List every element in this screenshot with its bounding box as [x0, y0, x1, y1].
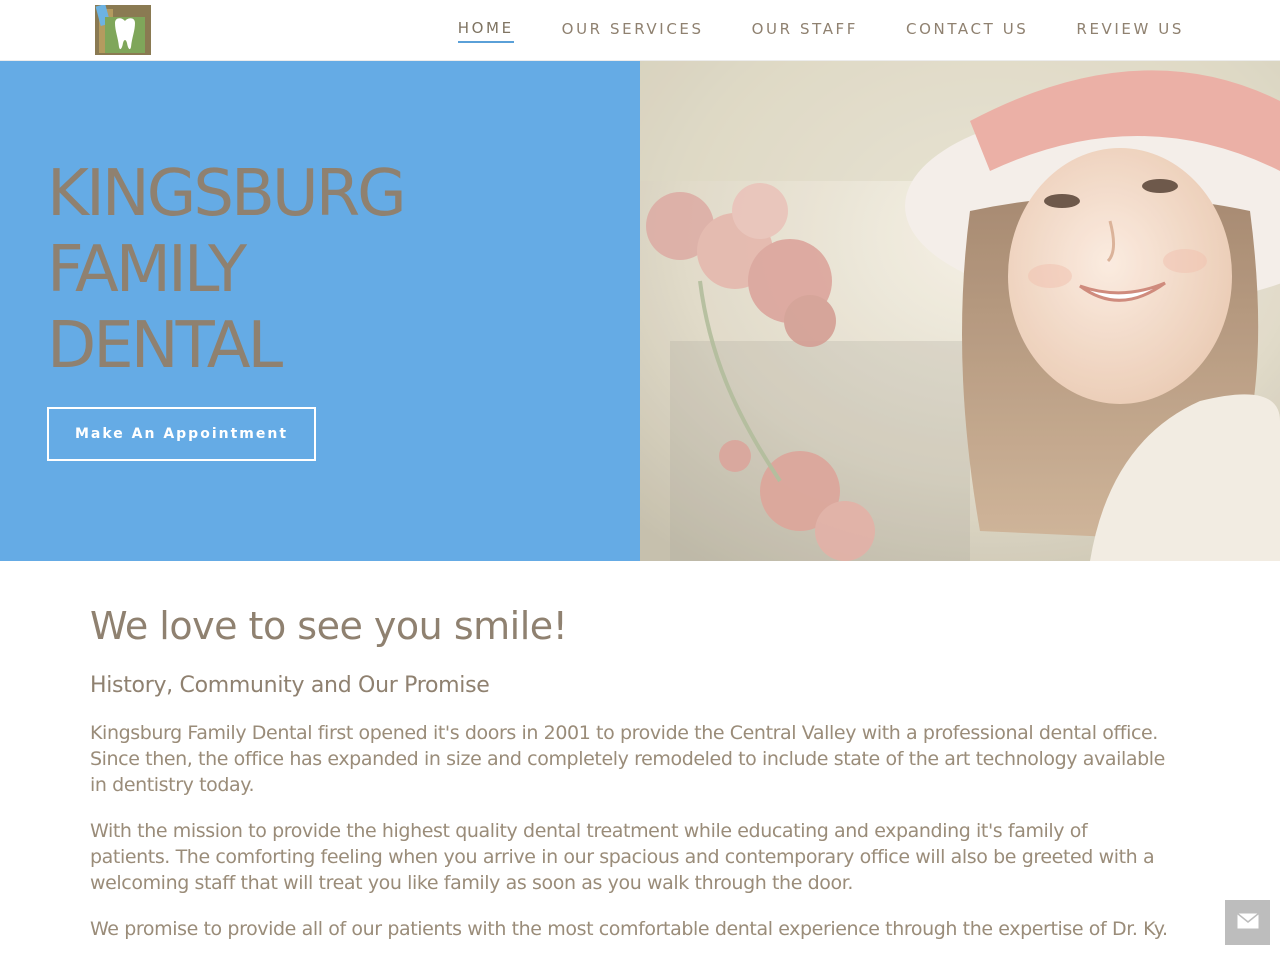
nav-review-us[interactable]: REVIEW US — [1076, 20, 1184, 42]
make-appointment-button[interactable]: Make An Appointment — [47, 407, 316, 461]
tooth-logo-icon[interactable] — [95, 4, 151, 55]
hero-section: KINGSBURG FAMILY DENTAL Make An Appointm… — [0, 61, 1280, 561]
intro-paragraph: With the mission to provide the highest … — [90, 820, 1155, 894]
intro-paragraph: Kingsburg Family Dental first opened it'… — [90, 722, 1165, 796]
nav-home[interactable]: HOME — [457, 19, 514, 43]
nav-our-staff[interactable]: OUR STAFF — [752, 20, 858, 42]
contact-widget-button[interactable] — [1225, 900, 1270, 945]
section-heading: We love to see you smile! — [90, 604, 568, 648]
main-nav: HOME OUR SERVICES OUR STAFF CONTACT US R… — [457, 0, 1184, 61]
nav-contact-us[interactable]: CONTACT US — [906, 20, 1028, 42]
smiling-girl-photo — [640, 61, 1280, 561]
nav-our-services[interactable]: OUR SERVICES — [562, 20, 704, 42]
intro-paragraph: We promise to provide all of our patient… — [90, 918, 1168, 940]
envelope-icon — [1236, 912, 1259, 933]
hero-blue-panel: KINGSBURG FAMILY DENTAL Make An Appointm… — [0, 61, 640, 561]
site-header: HOME OUR SERVICES OUR STAFF CONTACT US R… — [0, 0, 1280, 61]
hero-title-line: DENTAL — [47, 309, 283, 383]
hero-title: KINGSBURG FAMILY DENTAL — [47, 156, 567, 384]
hero-title-line: FAMILY — [47, 233, 247, 307]
section-subheading: History, Community and Our Promise — [90, 673, 490, 698]
hero-title-line: KINGSBURG — [47, 157, 407, 231]
intro-section: We love to see you smile! History, Commu… — [90, 602, 1170, 942]
